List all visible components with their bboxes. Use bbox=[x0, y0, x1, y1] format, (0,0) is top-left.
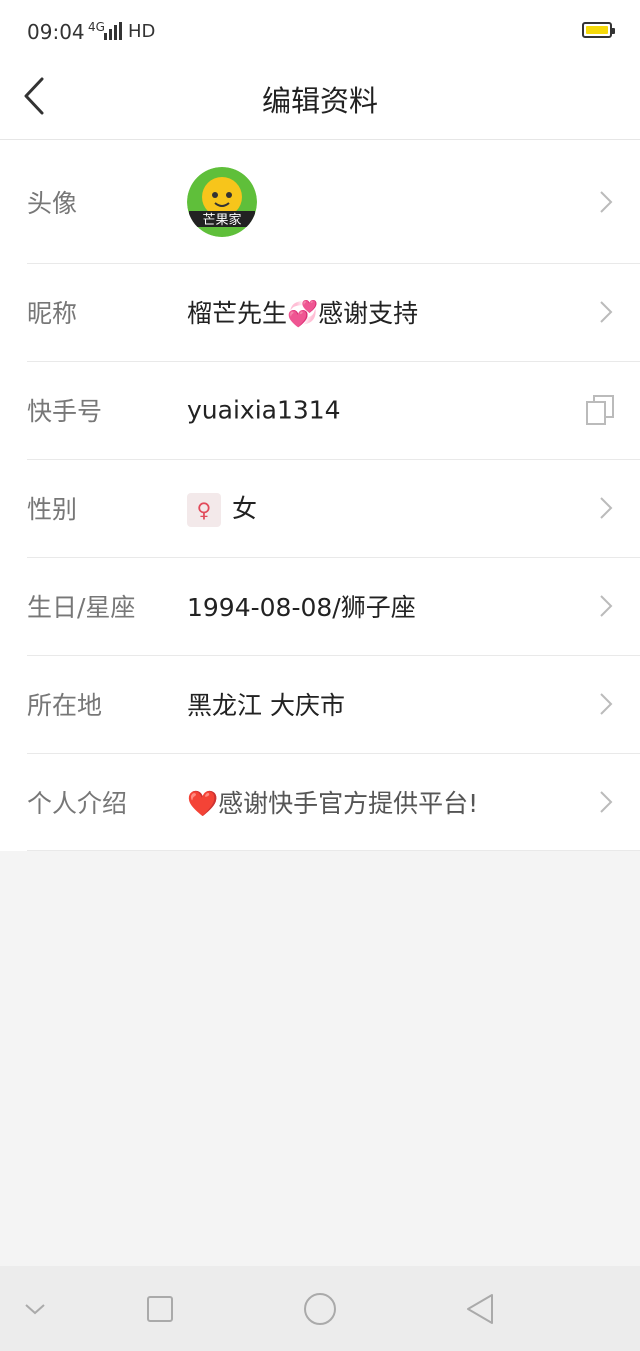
triangle-back-icon bbox=[467, 1293, 493, 1324]
birthday-value: 1994-08-08/狮子座 bbox=[187, 593, 416, 622]
kuaishou-id-value: yuaixia1314 bbox=[187, 395, 341, 425]
intro-row[interactable]: 个人介绍 ❤️感谢快手官方提供平台! bbox=[0, 753, 640, 851]
square-icon bbox=[147, 1295, 173, 1322]
system-nav-bar bbox=[0, 1266, 640, 1351]
battery-icon bbox=[582, 22, 615, 38]
chevron-down-icon bbox=[25, 1303, 45, 1314]
nav-home-button[interactable] bbox=[280, 1266, 360, 1351]
nav-back-button[interactable] bbox=[440, 1266, 520, 1351]
intro-value: 感谢快手官方提供平台! bbox=[218, 789, 479, 818]
kuaishou-id-label: 快手号 bbox=[27, 397, 103, 426]
status-time: 09:04 bbox=[27, 20, 85, 44]
chevron-right-icon bbox=[600, 693, 613, 715]
intro-value-group: ❤️感谢快手官方提供平台! bbox=[187, 784, 478, 820]
chevron-right-icon bbox=[600, 301, 613, 323]
status-bar: 09:04 4G HD bbox=[0, 0, 640, 64]
birthday-row[interactable]: 生日/星座 1994-08-08/狮子座 bbox=[0, 557, 640, 655]
kuaishou-id-row: 快手号 yuaixia1314 bbox=[0, 361, 640, 459]
nickname-label: 昵称 bbox=[27, 299, 78, 328]
avatar: 芒果家 bbox=[187, 167, 257, 237]
gender-label: 性别 bbox=[27, 495, 78, 524]
network-type: 4G bbox=[88, 20, 105, 34]
avatar-row[interactable]: 头像 芒果家 bbox=[0, 140, 640, 263]
chevron-right-icon bbox=[600, 497, 613, 519]
copy-icon[interactable] bbox=[586, 395, 614, 425]
circle-icon bbox=[304, 1292, 336, 1325]
nav-header: 编辑资料 bbox=[0, 64, 640, 140]
gender-value: 女 bbox=[232, 494, 258, 523]
intro-label: 个人介绍 bbox=[27, 789, 128, 818]
location-row[interactable]: 所在地 黑龙江 大庆市 bbox=[0, 655, 640, 753]
signal-icon bbox=[104, 22, 122, 40]
page-title: 编辑资料 bbox=[261, 84, 378, 118]
gender-row[interactable]: 性别 ♀ 女 bbox=[0, 459, 640, 557]
chevron-right-icon bbox=[600, 190, 613, 213]
hd-indicator: HD bbox=[128, 21, 156, 42]
female-icon: ♀ bbox=[187, 493, 221, 527]
location-label: 所在地 bbox=[27, 691, 103, 720]
chevron-right-icon bbox=[600, 791, 613, 813]
nav-recents-button[interactable] bbox=[120, 1266, 200, 1351]
nav-down-button[interactable] bbox=[0, 1266, 75, 1351]
nickname-value: 榴芒先生💞感谢支持 bbox=[187, 299, 419, 328]
profile-list: 头像 芒果家 昵称 榴芒先生💞感谢支持 快手号 yuaixia1314 性别 ♀… bbox=[0, 140, 640, 851]
location-value: 黑龙江 大庆市 bbox=[187, 691, 345, 720]
birthday-label: 生日/星座 bbox=[27, 593, 136, 622]
avatar-logo-text: 芒果家 bbox=[202, 212, 241, 228]
chevron-right-icon bbox=[600, 595, 613, 617]
gender-value-group: ♀ 女 bbox=[187, 489, 257, 527]
avatar-label: 头像 bbox=[27, 188, 78, 218]
heart-icon: ❤️ bbox=[187, 789, 219, 818]
nickname-row[interactable]: 昵称 榴芒先生💞感谢支持 bbox=[0, 263, 640, 361]
